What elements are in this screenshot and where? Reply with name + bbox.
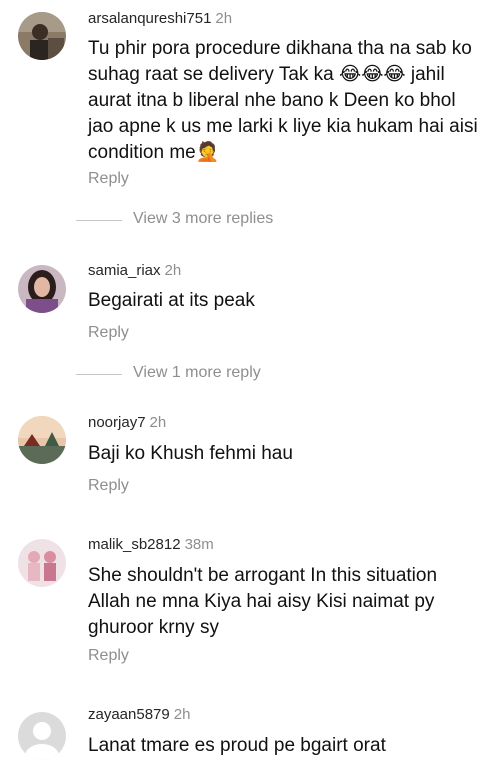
username[interactable]: noorjay7 [88, 414, 146, 431]
view-more-replies-label[interactable]: View 1 more reply [133, 364, 261, 382]
comment-meta: samia_riax 2h [88, 262, 181, 279]
comment-text: Baji ko Khush fehmi hau [88, 443, 293, 464]
reply-button[interactable]: Reply [88, 170, 129, 188]
timestamp: 2h [173, 706, 191, 723]
avatar[interactable] [18, 416, 66, 464]
avatar[interactable] [18, 265, 66, 313]
avatar[interactable] [18, 12, 66, 60]
timestamp: 2h [215, 10, 233, 27]
divider [76, 374, 122, 375]
username[interactable]: arsalanqureshi751 [88, 10, 211, 27]
username[interactable]: zayaan5879 [88, 706, 170, 723]
reply-button[interactable]: Reply [88, 324, 129, 342]
reply-button[interactable]: Reply [88, 477, 129, 495]
comment-text: She shouldn't be arrogant In this situat… [88, 565, 438, 638]
comment-meta: arsalanqureshi751 2h [88, 10, 232, 27]
timestamp: 2h [164, 262, 182, 279]
username[interactable]: samia_riax [88, 262, 161, 279]
avatar[interactable] [18, 539, 66, 587]
reply-button[interactable]: Reply [88, 647, 129, 665]
comment-meta: zayaan5879 2h [88, 706, 190, 723]
view-more-replies-label[interactable]: View 3 more replies [133, 210, 273, 228]
divider [76, 220, 122, 221]
comment-text: Lanat tmare es proud pe bgairt orat [88, 735, 386, 756]
username[interactable]: malik_sb2812 [88, 536, 181, 553]
comment-meta: noorjay7 2h [88, 414, 166, 431]
timestamp: 38m [184, 536, 214, 553]
comment-text: Tu phir pora procedure dikhana tha na sa… [88, 38, 478, 163]
comment-meta: malik_sb2812 38m [88, 536, 214, 553]
default-avatar-icon[interactable] [18, 712, 66, 760]
timestamp: 2h [149, 414, 167, 431]
comment-text: Begairati at its peak [88, 290, 255, 311]
